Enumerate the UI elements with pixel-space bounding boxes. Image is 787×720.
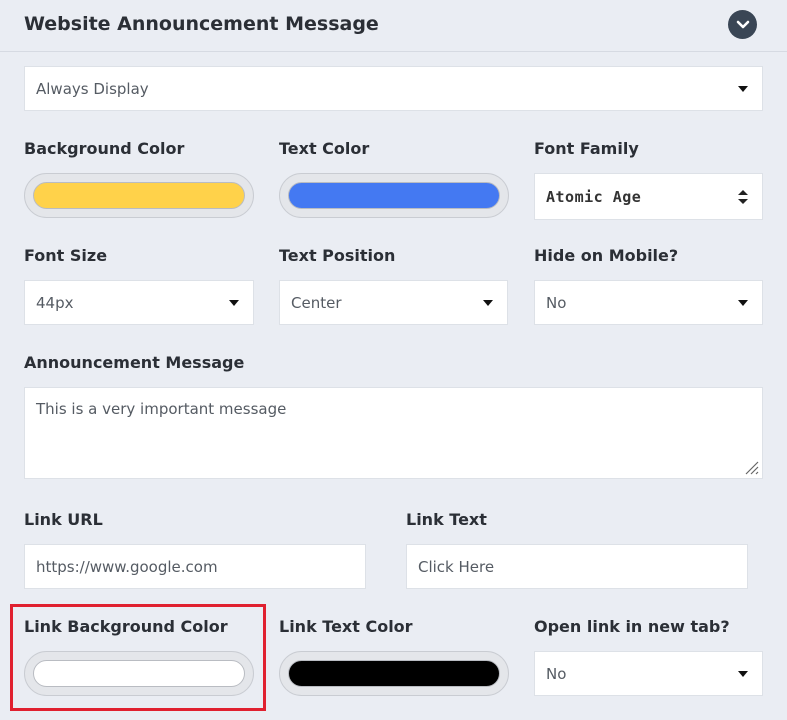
hide-on-mobile-select[interactable]: No <box>534 280 763 325</box>
collapse-button[interactable] <box>728 10 757 39</box>
link-text-color-label: Link Text Color <box>279 617 413 636</box>
link-text-color-swatch <box>288 660 500 687</box>
font-family-label: Font Family <box>534 139 639 158</box>
font-size-label: Font Size <box>24 246 108 265</box>
text-color-swatch <box>288 182 500 209</box>
hide-on-mobile-value: No <box>546 293 567 312</box>
sort-updown-icon <box>738 189 748 204</box>
text-position-value: Center <box>291 293 342 312</box>
chevron-down-icon <box>736 20 749 28</box>
background-color-swatch <box>33 182 245 209</box>
font-size-value: 44px <box>36 293 74 312</box>
announcement-label: Announcement Message <box>24 353 245 372</box>
caret-down-icon <box>738 85 748 92</box>
open-new-tab-value: No <box>546 664 567 683</box>
font-size-select[interactable]: 44px <box>24 280 254 325</box>
display-mode-value: Always Display <box>36 79 149 98</box>
link-text-input[interactable]: Click Here <box>406 544 748 589</box>
link-url-input[interactable]: https://www.google.com <box>24 544 366 589</box>
font-family-select[interactable]: Atomic Age <box>534 173 763 220</box>
announcement-textarea[interactable]: This is a very important message <box>24 387 763 479</box>
link-text-value: Click Here <box>418 557 495 576</box>
caret-down-icon <box>229 299 239 306</box>
announcement-value: This is a very important message <box>36 400 287 418</box>
highlight-box <box>10 604 266 711</box>
link-url-value: https://www.google.com <box>36 557 218 576</box>
text-color-label: Text Color <box>279 139 370 158</box>
section-header: Website Announcement Message <box>0 0 787 52</box>
hide-on-mobile-label: Hide on Mobile? <box>534 246 679 265</box>
open-new-tab-label: Open link in new tab? <box>534 617 730 636</box>
font-family-value: Atomic Age <box>546 187 642 206</box>
caret-down-icon <box>483 299 493 306</box>
resize-grip-icon[interactable] <box>743 459 759 475</box>
background-color-label: Background Color <box>24 139 185 158</box>
link-text-label: Link Text <box>406 510 487 529</box>
text-position-label: Text Position <box>279 246 396 265</box>
link-text-color-picker[interactable] <box>279 651 509 696</box>
background-color-picker[interactable] <box>24 173 254 218</box>
caret-down-icon <box>738 299 748 306</box>
open-new-tab-select[interactable]: No <box>534 651 763 696</box>
section-title: Website Announcement Message <box>24 13 379 35</box>
link-url-label: Link URL <box>24 510 103 529</box>
text-color-picker[interactable] <box>279 173 509 218</box>
display-mode-select[interactable]: Always Display <box>24 66 763 111</box>
caret-down-icon <box>738 670 748 677</box>
text-position-select[interactable]: Center <box>279 280 508 325</box>
